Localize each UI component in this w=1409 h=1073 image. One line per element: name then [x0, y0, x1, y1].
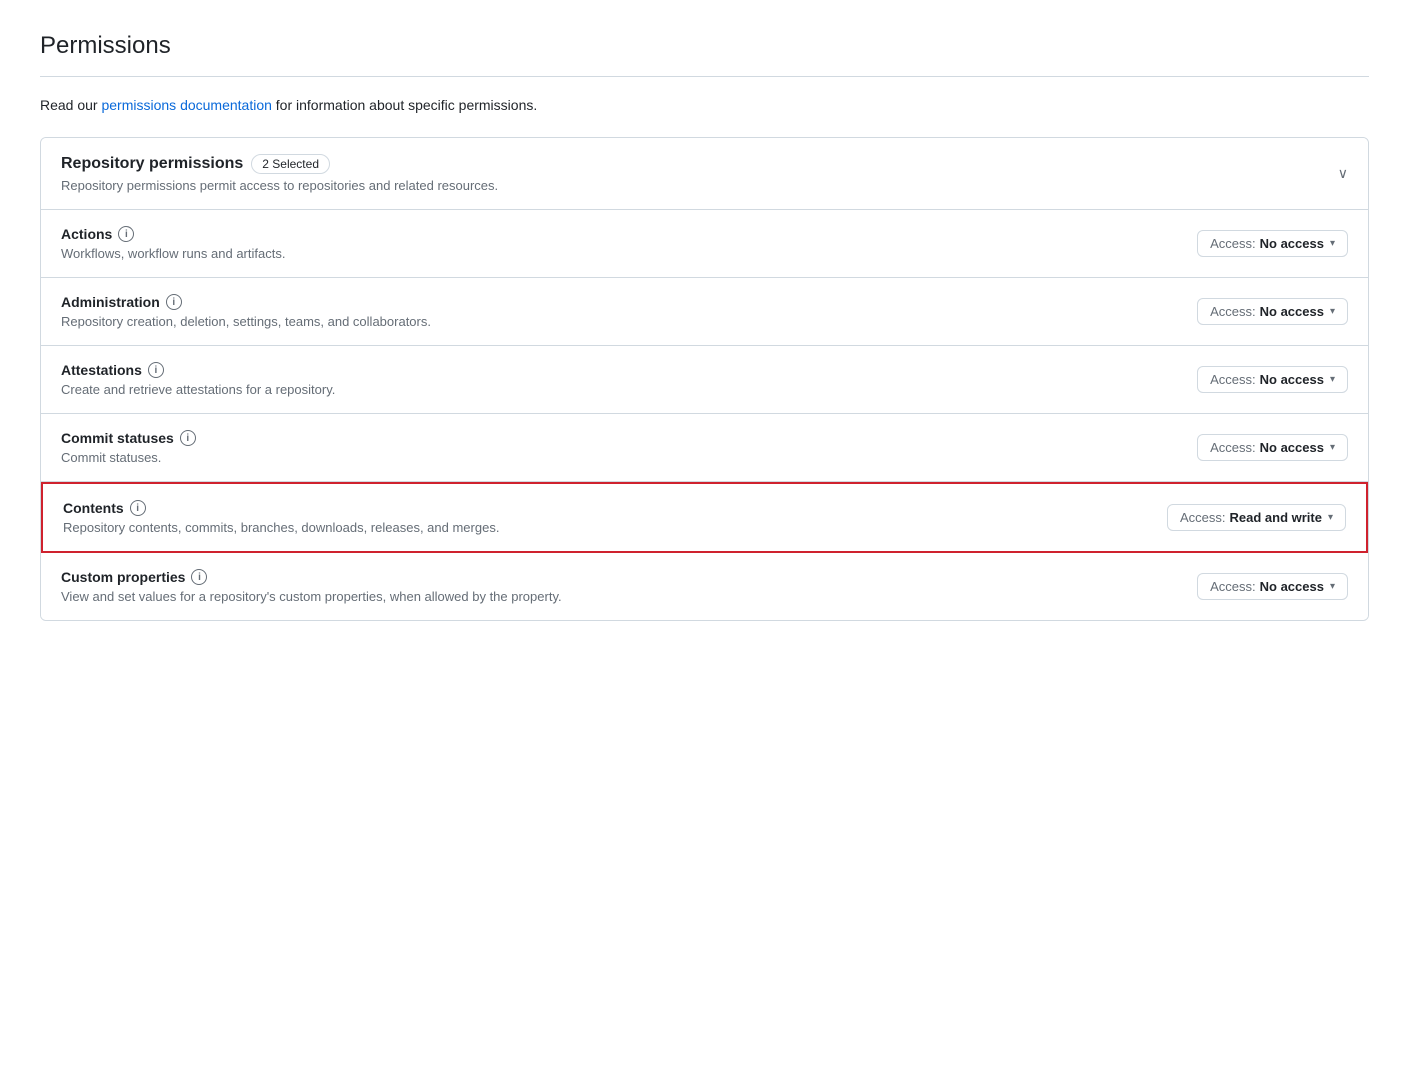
info-icon-actions: i — [118, 226, 134, 242]
permission-row-administration: Administration i Repository creation, de… — [41, 278, 1368, 346]
intro-paragraph: Read our permissions documentation for i… — [40, 97, 1369, 113]
section-divider — [40, 76, 1369, 77]
permission-desc-attestations: Create and retrieve attestations for a r… — [61, 382, 335, 397]
access-label-actions: Access: — [1210, 236, 1256, 251]
dropdown-arrow-commit-statuses: ▾ — [1330, 442, 1335, 453]
permission-row-actions: Actions i Workflows, workflow runs and a… — [41, 210, 1368, 278]
permission-name-row-attestations: Attestations i — [61, 362, 335, 378]
access-label-custom-properties: Access: — [1210, 579, 1256, 594]
access-dropdown-custom-properties[interactable]: Access: No access ▾ — [1197, 573, 1348, 600]
dropdown-arrow-custom-properties: ▾ — [1330, 581, 1335, 592]
access-value-commit-statuses: No access — [1260, 440, 1324, 455]
permission-left-actions: Actions i Workflows, workflow runs and a… — [61, 226, 285, 261]
permission-name-row-actions: Actions i — [61, 226, 285, 242]
permissions-doc-link[interactable]: permissions documentation — [101, 97, 271, 113]
repository-permissions-title: Repository permissions — [61, 155, 243, 173]
dropdown-arrow-attestations: ▾ — [1330, 374, 1335, 385]
selected-badge: 2 Selected — [251, 154, 330, 174]
access-dropdown-attestations[interactable]: Access: No access ▾ — [1197, 366, 1348, 393]
permission-left-commit-statuses: Commit statuses i Commit statuses. — [61, 430, 196, 465]
permission-name-actions: Actions — [61, 226, 112, 242]
intro-text-after: for information about specific permissio… — [272, 97, 537, 113]
permission-left-administration: Administration i Repository creation, de… — [61, 294, 431, 329]
permission-name-contents: Contents — [63, 500, 124, 516]
info-icon-contents: i — [130, 500, 146, 516]
permission-left-custom-properties: Custom properties i View and set values … — [61, 569, 562, 604]
permission-left-attestations: Attestations i Create and retrieve attes… — [61, 362, 335, 397]
access-dropdown-administration[interactable]: Access: No access ▾ — [1197, 298, 1348, 325]
intro-text-before: Read our — [40, 97, 101, 113]
permission-desc-custom-properties: View and set values for a repository's c… — [61, 589, 562, 604]
permissions-container: Repository permissions 2 Selected Reposi… — [40, 137, 1369, 621]
permission-desc-actions: Workflows, workflow runs and artifacts. — [61, 246, 285, 261]
permission-name-row-administration: Administration i — [61, 294, 431, 310]
dropdown-arrow-actions: ▾ — [1330, 238, 1335, 249]
permission-row-attestations: Attestations i Create and retrieve attes… — [41, 346, 1368, 414]
permission-name-attestations: Attestations — [61, 362, 142, 378]
permission-desc-commit-statuses: Commit statuses. — [61, 450, 196, 465]
access-value-administration: No access — [1260, 304, 1324, 319]
permission-name-row-commit-statuses: Commit statuses i — [61, 430, 196, 446]
access-label-commit-statuses: Access: — [1210, 440, 1256, 455]
access-dropdown-commit-statuses[interactable]: Access: No access ▾ — [1197, 434, 1348, 461]
info-icon-administration: i — [166, 294, 182, 310]
permission-name-commit-statuses: Commit statuses — [61, 430, 174, 446]
access-label-administration: Access: — [1210, 304, 1256, 319]
access-dropdown-actions[interactable]: Access: No access ▾ — [1197, 230, 1348, 257]
permission-row-custom-properties: Custom properties i View and set values … — [41, 553, 1368, 620]
permissions-header-title-row: Repository permissions 2 Selected — [61, 154, 498, 174]
repository-permissions-description: Repository permissions permit access to … — [61, 178, 498, 193]
permission-desc-contents: Repository contents, commits, branches, … — [63, 520, 499, 535]
chevron-down-icon[interactable]: ∨ — [1338, 165, 1348, 182]
access-value-attestations: No access — [1260, 372, 1324, 387]
access-label-attestations: Access: — [1210, 372, 1256, 387]
dropdown-arrow-contents: ▾ — [1328, 512, 1333, 523]
access-value-custom-properties: No access — [1260, 579, 1324, 594]
access-value-contents: Read and write — [1230, 510, 1322, 525]
permission-name-custom-properties: Custom properties — [61, 569, 185, 585]
access-value-actions: No access — [1260, 236, 1324, 251]
permission-row-contents: Contents i Repository contents, commits,… — [41, 482, 1368, 553]
permission-left-contents: Contents i Repository contents, commits,… — [63, 500, 499, 535]
info-icon-commit-statuses: i — [180, 430, 196, 446]
page-title: Permissions — [40, 32, 1369, 60]
info-icon-custom-properties: i — [191, 569, 207, 585]
permission-desc-administration: Repository creation, deletion, settings,… — [61, 314, 431, 329]
repository-permissions-header: Repository permissions 2 Selected Reposi… — [41, 138, 1368, 210]
permission-name-row-custom-properties: Custom properties i — [61, 569, 562, 585]
dropdown-arrow-administration: ▾ — [1330, 306, 1335, 317]
access-dropdown-contents[interactable]: Access: Read and write ▾ — [1167, 504, 1346, 531]
permission-row-commit-statuses: Commit statuses i Commit statuses. Acces… — [41, 414, 1368, 482]
permission-rows: Actions i Workflows, workflow runs and a… — [41, 210, 1368, 620]
info-icon-attestations: i — [148, 362, 164, 378]
access-label-contents: Access: — [1180, 510, 1226, 525]
permissions-header-left: Repository permissions 2 Selected Reposi… — [61, 154, 498, 193]
permission-name-row-contents: Contents i — [63, 500, 499, 516]
permission-name-administration: Administration — [61, 294, 160, 310]
